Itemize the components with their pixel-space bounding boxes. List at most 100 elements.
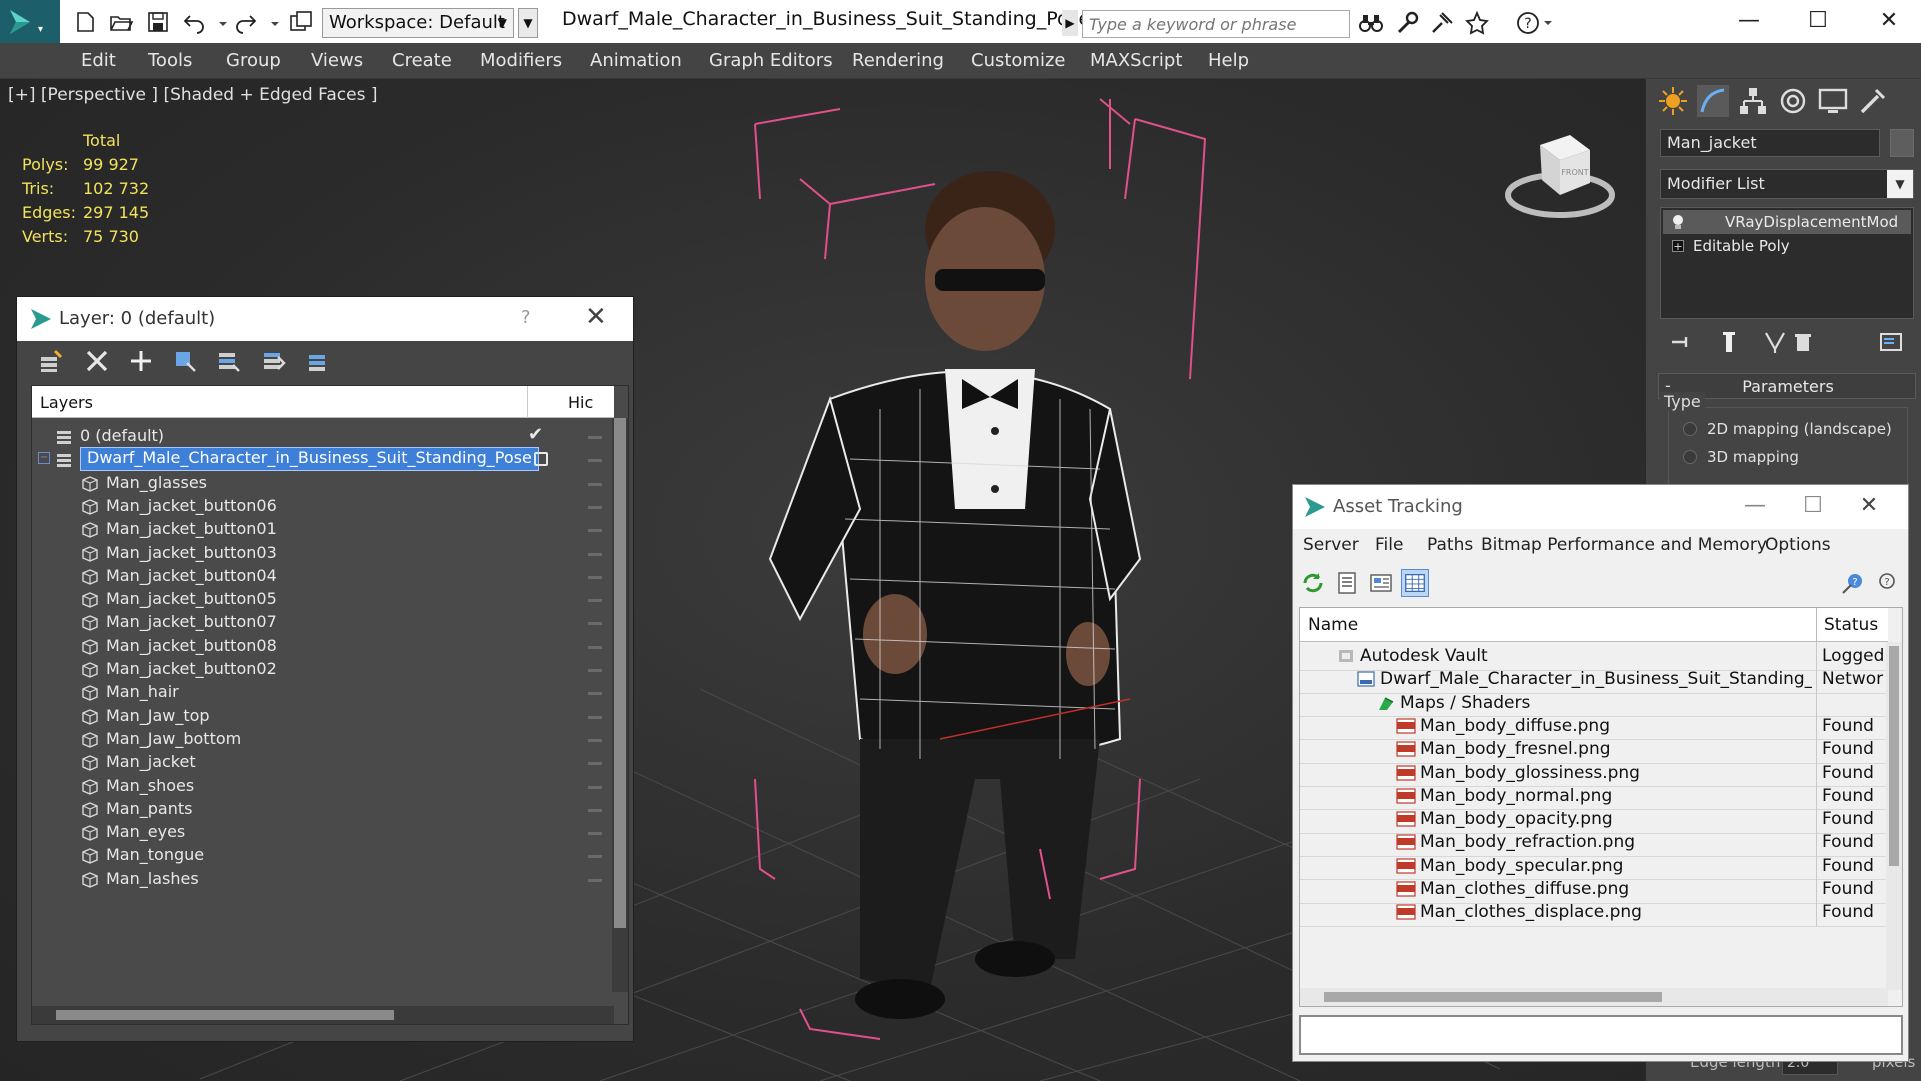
hide-toggle[interactable] xyxy=(588,762,602,766)
hide-toggle[interactable] xyxy=(588,808,602,812)
current-layer-check-icon[interactable]: ✔ xyxy=(528,424,543,445)
search-input[interactable] xyxy=(1082,10,1350,38)
app-logo[interactable]: ▾ xyxy=(0,0,60,43)
make-unique-icon[interactable] xyxy=(1762,329,1788,355)
vault-login-icon[interactable]: ? xyxy=(1839,569,1867,597)
workspace-menu-button[interactable]: ▼ xyxy=(518,8,538,38)
menu-modifiers[interactable]: Modifiers xyxy=(480,50,562,71)
asset-row[interactable]: Man_clothes_displace.png Found xyxy=(1300,898,1888,927)
project-folder-icon[interactable] xyxy=(288,10,314,34)
layers-column-header[interactable]: Layers xyxy=(40,393,93,412)
lightbulb-icon[interactable] xyxy=(1671,214,1685,230)
menu-group[interactable]: Group xyxy=(226,50,281,71)
redo-dropdown-icon[interactable] xyxy=(262,10,279,34)
vault-help-icon[interactable]: ? xyxy=(1873,569,1901,597)
minimize-button[interactable]: — xyxy=(1729,6,1769,36)
viewcube[interactable]: FRONT xyxy=(1500,125,1620,225)
hide-unhide-all-icon[interactable] xyxy=(305,347,333,375)
hide-toggle[interactable] xyxy=(588,575,602,579)
hide-toggle[interactable] xyxy=(588,785,602,789)
menu-help[interactable]: Help xyxy=(1208,50,1249,71)
close-button[interactable]: ✕ xyxy=(1849,491,1889,521)
set-current-checkbox[interactable] xyxy=(534,452,548,467)
title-overflow-arrow-icon[interactable]: ▶ xyxy=(1062,10,1078,36)
hide-toggle[interactable] xyxy=(588,832,602,836)
collapse-toggle-icon[interactable]: − xyxy=(38,452,50,465)
modifier-list-dropdown[interactable]: Modifier List ▼ xyxy=(1660,169,1914,199)
scrollbar-thumb[interactable] xyxy=(1889,646,1899,866)
create-layer-icon[interactable] xyxy=(37,347,65,375)
hide-column-header[interactable]: Hic xyxy=(568,393,593,412)
pin-tool-icon[interactable] xyxy=(1428,11,1454,35)
radio-2d-mapping[interactable] xyxy=(1683,422,1697,436)
hierarchy-tab-icon[interactable] xyxy=(1736,84,1770,118)
menu-edit[interactable]: Edit xyxy=(81,50,116,71)
wrench-icon[interactable] xyxy=(1394,11,1420,35)
hide-toggle[interactable] xyxy=(588,436,602,439)
menu-paths[interactable]: Paths xyxy=(1427,535,1473,555)
new-file-icon[interactable] xyxy=(72,10,98,34)
hide-toggle[interactable] xyxy=(588,552,602,556)
help-button[interactable]: ? xyxy=(521,307,531,328)
thumbnail-view-icon[interactable] xyxy=(1367,569,1395,597)
hide-toggle[interactable] xyxy=(588,878,602,882)
hide-toggle[interactable] xyxy=(588,855,602,859)
close-button[interactable]: ✕ xyxy=(1869,6,1909,36)
menu-graph-editors[interactable]: Graph Editors xyxy=(709,50,833,71)
hide-toggle[interactable] xyxy=(588,529,602,533)
modify-tab-icon[interactable] xyxy=(1696,84,1730,118)
select-objects-in-layer-icon[interactable] xyxy=(171,347,199,375)
redo-icon[interactable] xyxy=(232,10,258,34)
vertical-scrollbar[interactable] xyxy=(1886,642,1902,990)
radio-3d-mapping[interactable] xyxy=(1683,450,1697,464)
show-end-result-icon[interactable] xyxy=(1716,329,1742,355)
column-divider[interactable] xyxy=(527,386,528,418)
refresh-icon[interactable] xyxy=(1299,569,1327,597)
object-row[interactable]: Man_lashes xyxy=(32,865,614,894)
binoculars-icon[interactable] xyxy=(1358,11,1384,35)
add-to-layer-icon[interactable] xyxy=(127,347,155,375)
viewport-label[interactable]: [+] [Perspective ] [Shaded + Edged Faces… xyxy=(8,85,377,105)
undo-dropdown-icon[interactable] xyxy=(210,10,227,34)
hide-toggle[interactable] xyxy=(588,738,602,742)
hide-toggle[interactable] xyxy=(588,505,602,509)
maximize-button[interactable]: ☐ xyxy=(1793,491,1833,521)
display-tab-icon[interactable] xyxy=(1816,84,1850,118)
create-tab-icon[interactable] xyxy=(1656,84,1690,118)
hide-toggle[interactable] xyxy=(588,599,602,603)
menu-animation[interactable]: Animation xyxy=(590,50,682,71)
menu-file[interactable]: File xyxy=(1375,535,1403,555)
hide-toggle[interactable] xyxy=(588,482,602,486)
table-view-icon[interactable] xyxy=(1401,569,1429,597)
motion-tab-icon[interactable] xyxy=(1776,84,1810,118)
status-column-header[interactable]: Status xyxy=(1824,615,1878,635)
hide-toggle[interactable] xyxy=(588,715,602,719)
menu-server[interactable]: Server xyxy=(1303,535,1359,555)
hide-toggle[interactable] xyxy=(588,622,602,626)
stack-item-editable-poly[interactable]: + Editable Poly xyxy=(1663,234,1911,258)
horizontal-scrollbar[interactable] xyxy=(1300,988,1888,1006)
menu-create[interactable]: Create xyxy=(392,50,452,71)
hide-toggle[interactable] xyxy=(588,459,602,463)
layer-dialog-titlebar[interactable]: Layer: 0 (default) ? ✕ xyxy=(17,297,633,341)
stack-item-vray-displacement[interactable]: VRayDisplacementMod xyxy=(1663,210,1911,234)
utilities-tab-icon[interactable] xyxy=(1856,84,1890,118)
asset-dialog-titlebar[interactable]: Asset Tracking — ☐ ✕ xyxy=(1293,485,1908,529)
save-icon[interactable] xyxy=(145,10,171,34)
object-name-input[interactable]: Man_jacket xyxy=(1660,129,1880,157)
object-color-swatch[interactable] xyxy=(1890,129,1914,157)
vertical-scrollbar[interactable] xyxy=(612,418,628,992)
scrollbar-thumb[interactable] xyxy=(614,418,626,928)
scrollbar-thumb[interactable] xyxy=(1324,992,1662,1002)
open-folder-icon[interactable] xyxy=(108,10,134,34)
scrollbar-thumb[interactable] xyxy=(56,1010,394,1020)
remove-modifier-icon[interactable] xyxy=(1790,329,1816,355)
star-icon[interactable] xyxy=(1464,10,1490,35)
hide-toggle[interactable] xyxy=(588,669,602,672)
maximize-button[interactable]: ☐ xyxy=(1798,6,1838,36)
select-layer-icon[interactable] xyxy=(215,347,243,375)
menu-rendering[interactable]: Rendering xyxy=(852,50,944,71)
menu-maxscript[interactable]: MAXScript xyxy=(1090,50,1182,71)
name-column-header[interactable]: Name xyxy=(1308,615,1358,635)
help-icon[interactable]: ? xyxy=(1516,11,1554,35)
